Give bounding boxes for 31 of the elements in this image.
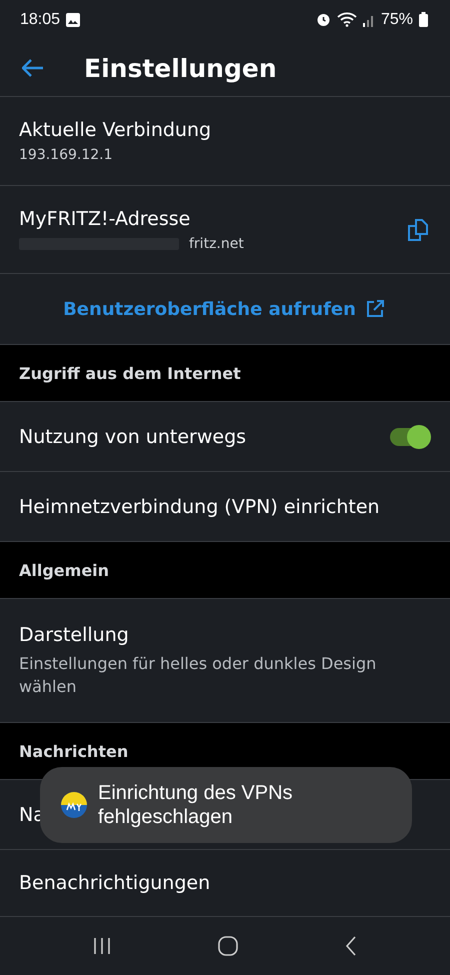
- settings-item[interactable]: Nutzung von unterwegs: [0, 402, 450, 472]
- item-value: fritz.net: [189, 236, 244, 252]
- section-title: Zugriff aus dem Internet: [19, 364, 241, 383]
- item-label: Nutzung von unterwegs: [19, 426, 246, 448]
- item-label: Heimnetzverbindung (VPN) einrichten: [19, 496, 380, 518]
- wifi-icon: [336, 12, 357, 28]
- back-arrow-icon[interactable]: [22, 59, 44, 78]
- section-title: Nachrichten: [19, 742, 128, 761]
- item-label: Aktuelle Verbindung: [19, 119, 212, 142]
- battery-percentage: 75%: [380, 10, 413, 29]
- battery-icon: [419, 12, 428, 28]
- toggle-switch[interactable]: [390, 428, 428, 446]
- toast-text: Einrichtung des VPNs fehlgeschlagen: [98, 781, 294, 829]
- page-title: Einstellungen: [84, 54, 277, 83]
- status-time: 18:05: [20, 10, 60, 29]
- external-link-icon: [366, 300, 384, 318]
- recent-apps-icon[interactable]: [93, 937, 112, 956]
- web-interface-link[interactable]: Benutzeroberfläche aufrufen: [63, 298, 384, 320]
- item-subtitle: Einstellungen für helles oder dunkles Design wählen: [19, 652, 378, 698]
- item-label: Benachrichtigungen: [19, 872, 210, 894]
- item-label: Darstellung: [19, 624, 130, 646]
- alarm-icon: [316, 12, 331, 28]
- back-icon[interactable]: [344, 936, 357, 956]
- settings-item[interactable]: Benachrichtigungen: [0, 850, 450, 918]
- item-value: 193.169.12.1: [19, 147, 113, 164]
- app-icon: [60, 791, 88, 819]
- item-label: MyFRITZ!-Adresse: [19, 208, 192, 230]
- home-icon[interactable]: [218, 936, 238, 956]
- section-title: Allgemein: [19, 560, 110, 580]
- image-icon: [66, 12, 80, 27]
- copy-icon[interactable]: [408, 218, 428, 241]
